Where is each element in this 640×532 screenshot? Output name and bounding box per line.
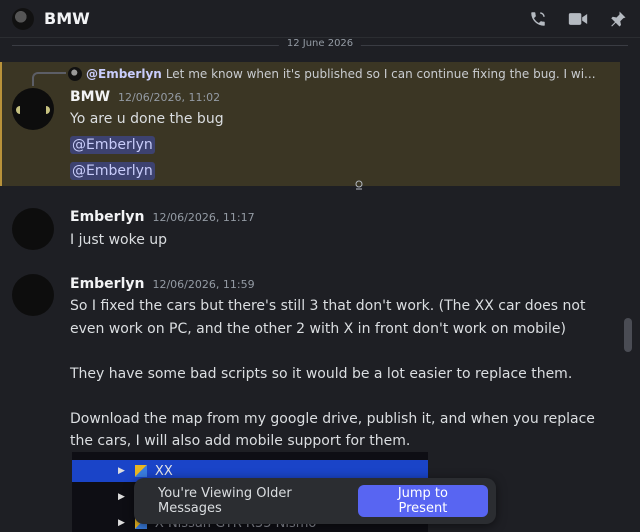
message-item: BMW 12/06/2026, 11:02 Yo are u done the b… <box>0 86 620 186</box>
explorer-row-label: XX <box>154 463 173 479</box>
message-text: the cars, I will also add mobile support… <box>70 433 411 449</box>
message-timestamp: 12/06/2026, 11:02 <box>118 91 221 104</box>
older-messages-text: You're Viewing Older Messages <box>158 486 292 516</box>
date-label: 12 June 2026 <box>278 38 362 50</box>
video-icon[interactable] <box>568 9 588 29</box>
expand-arrow-icon: ▶ <box>118 518 125 528</box>
channel-header: BMW <box>0 0 640 38</box>
jump-to-present-button[interactable]: Jump to Present <box>357 485 488 517</box>
user-mention[interactable]: @Emberlyn <box>70 162 155 180</box>
message-author[interactable]: Emberlyn 12/06/2026, 11:17 <box>70 209 255 225</box>
avatar[interactable] <box>12 208 54 250</box>
model-icon <box>134 465 147 477</box>
author-name[interactable]: Emberlyn <box>70 276 144 292</box>
channel-avatar[interactable] <box>12 7 34 30</box>
reply-mention[interactable]: @Emberlyn <box>86 67 162 81</box>
older-messages-bar: You're Viewing Older Messages Jump to Pr… <box>134 478 496 524</box>
message-text: They have some bad scripts so it would b… <box>70 366 573 382</box>
message-text: Yo are u done the bug <box>70 111 224 127</box>
call-icon[interactable] <box>528 9 548 29</box>
scrollbar-thumb[interactable] <box>624 318 632 352</box>
author-name[interactable]: BMW <box>70 89 110 105</box>
avatar[interactable] <box>12 88 54 130</box>
date-divider: 12 June 2026 <box>0 38 640 52</box>
author-name[interactable]: Emberlyn <box>70 209 144 225</box>
pin-icon[interactable] <box>608 9 628 29</box>
header-actions <box>528 9 628 29</box>
reply-preview[interactable]: @Emberlyn Let me know when it's publishe… <box>30 66 620 82</box>
message-item: Emberlyn 12/06/2026, 11:17 I just woke up <box>0 208 620 258</box>
message-text: Download the map from my google drive, p… <box>70 411 595 427</box>
message-author[interactable]: Emberlyn 12/06/2026, 11:59 <box>70 276 255 292</box>
message-timestamp: 12/06/2026, 11:17 <box>152 211 255 224</box>
reply-avatar <box>68 67 82 81</box>
scrollbar-track[interactable] <box>628 40 636 532</box>
expand-arrow-icon: ▶ <box>118 466 125 476</box>
message-text: I just woke up <box>70 232 168 248</box>
message-timestamp: 12/06/2026, 11:59 <box>152 278 255 291</box>
message-author[interactable]: BMW 12/06/2026, 11:02 <box>70 89 220 105</box>
message-item: Emberlyn 12/06/2026, 11:59 So I fixed the… <box>0 274 620 454</box>
user-mention[interactable]: @Emberlyn <box>70 136 155 154</box>
reply-text: Let me know when it's published so I can… <box>165 67 596 81</box>
expand-arrow-icon: ▶ <box>118 492 125 502</box>
channel-title: BMW <box>44 9 90 28</box>
hover-indicator-icon <box>354 180 364 193</box>
message-text: even work on PC, and the other 2 with X … <box>70 321 566 337</box>
avatar[interactable] <box>12 274 54 316</box>
message-text: So I fixed the cars but there's still 3 … <box>70 298 586 314</box>
